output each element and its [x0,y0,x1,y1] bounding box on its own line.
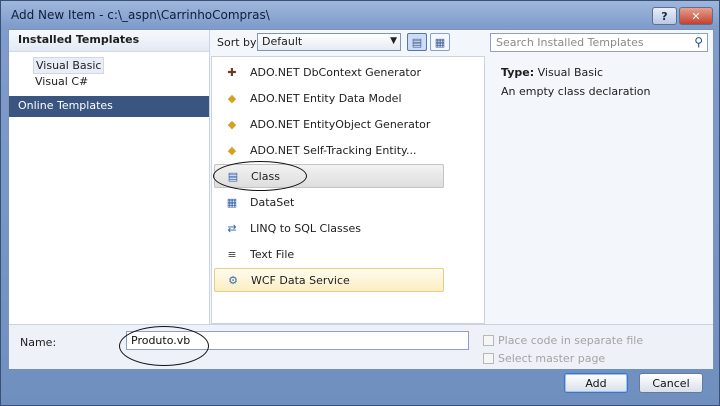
template-label: WCF Data Service [251,273,350,287]
template-item[interactable]: ≡ Text File [214,242,444,266]
name-label: Name: [20,336,57,349]
sort-by-label: Sort by: [217,36,260,49]
sort-by-value: Default [262,35,303,48]
template-categories-panel: Installed Templates Visual Basic Visual … [9,30,210,324]
master-page-label: Select master page [498,352,606,365]
template-item[interactable]: ◆ ADO.NET Self-Tracking Entity... [214,138,444,162]
category-visual-csharp[interactable]: Visual C# [33,74,90,89]
dbcontext-icon: ✚ [227,65,237,79]
grid-view-button[interactable]: ▦ [430,33,450,51]
cancel-button[interactable]: Cancel [639,373,703,393]
template-label: DataSet [250,195,295,209]
add-button[interactable]: Add [564,373,628,393]
search-templates-input[interactable]: Search Installed Templates ⚲ [490,33,708,52]
help-button[interactable]: ? [652,7,677,25]
name-row: Name: Produto.vb Place code in separate … [9,324,713,369]
template-item[interactable]: ▦ DataSet [214,190,444,214]
linq-icon: ⇄ [227,221,237,235]
template-list: ✚ ADO.NET DbContext Generator ◆ ADO.NET … [211,56,485,324]
type-label: Type: [501,66,535,79]
name-input[interactable]: Produto.vb [126,331,469,350]
entity-icon: ◆ [227,91,237,105]
template-label: ADO.NET Entity Data Model [250,91,402,105]
close-button[interactable]: ✕ [679,7,713,25]
grid-view-icon: ▦ [434,35,446,49]
template-label: Text File [250,247,295,261]
installed-templates-header[interactable]: Installed Templates [9,30,209,52]
dataset-icon: ▦ [226,195,238,209]
dialog-body: Installed Templates Visual Basic Visual … [8,29,714,369]
search-icon[interactable]: ⚲ [694,35,703,49]
wcf-icon: ⚙ [228,273,238,287]
separate-file-checkbox [483,335,494,346]
category-visual-basic[interactable]: Visual Basic [33,57,105,74]
class-icon: ▤ [227,169,239,183]
template-item[interactable]: ◆ ADO.NET EntityObject Generator [214,112,444,136]
template-item[interactable]: ✚ ADO.NET DbContext Generator [214,60,444,84]
template-item-hover[interactable]: ⚙ WCF Data Service [214,268,444,292]
template-item[interactable]: ⇄ LINQ to SQL Classes [214,216,444,240]
template-item-class-selected[interactable]: ▤ Class [214,164,444,188]
template-label: ADO.NET DbContext Generator [250,65,421,79]
master-page-checkbox [483,353,494,364]
template-label: Class [251,169,280,183]
template-label: LINQ to SQL Classes [250,221,361,235]
separate-file-label: Place code in separate file [498,334,644,347]
textfile-icon: ≡ [227,247,237,261]
generator-icon: ◆ [227,117,237,131]
type-value: Visual Basic [537,66,604,79]
list-view-icon: ▤ [411,35,423,49]
chevron-down-icon: ▼ [390,36,397,46]
online-templates-header[interactable]: Online Templates [9,96,209,117]
separate-file-option: Place code in separate file [483,334,643,347]
template-label: ADO.NET EntityObject Generator [250,117,431,131]
add-new-item-dialog: Add New Item - c:\_aspn\CarrinhoCompras\… [0,0,720,406]
template-details-panel: Type: Visual Basic An empty class declar… [489,56,711,324]
list-view-button[interactable]: ▤ [407,33,427,51]
template-label: ADO.NET Self-Tracking Entity... [250,143,417,157]
master-page-option: Select master page [483,352,605,365]
tracking-icon: ◆ [227,143,237,157]
template-description: An empty class declaration [501,85,651,98]
search-placeholder: Search Installed Templates [496,36,644,49]
template-item[interactable]: ◆ ADO.NET Entity Data Model [214,86,444,110]
sort-by-dropdown[interactable]: Default ▼ [257,33,401,51]
window-title: Add New Item - c:\_aspn\CarrinhoCompras\ [11,8,270,22]
template-type: Type: Visual Basic [501,66,603,79]
title-bar: Add New Item - c:\_aspn\CarrinhoCompras\… [1,1,719,29]
